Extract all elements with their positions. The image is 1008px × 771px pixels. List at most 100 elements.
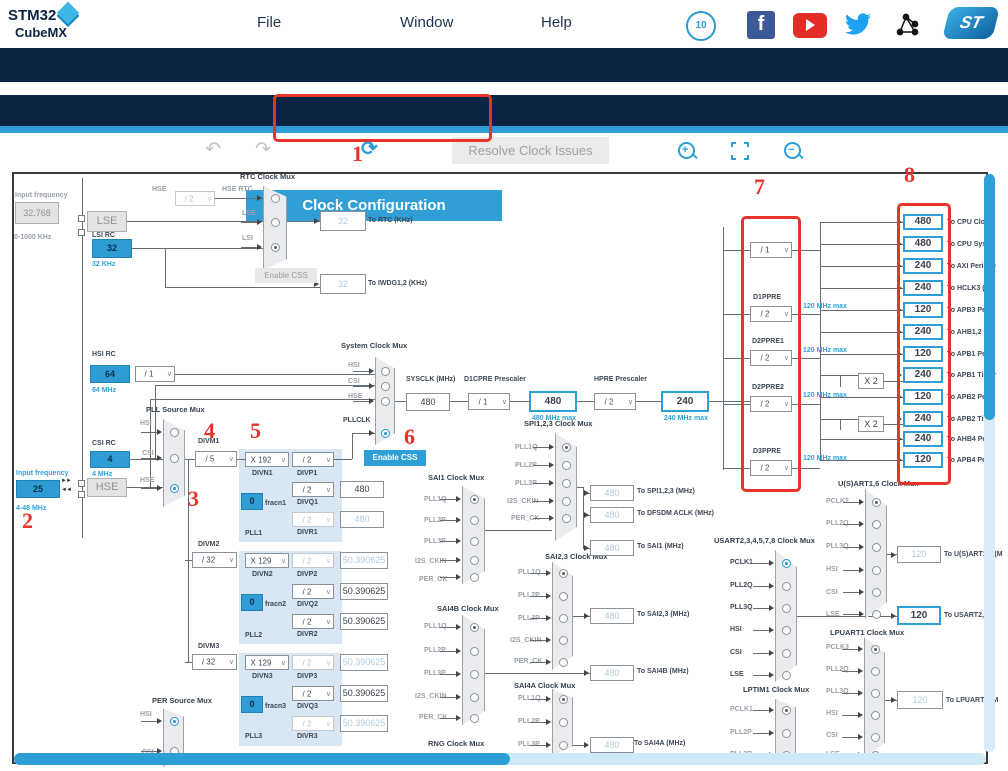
input-frequency-lse-field[interactable]: 32.768 xyxy=(15,202,59,224)
refresh-icon[interactable]: ⟳ xyxy=(361,136,378,161)
pll2-divp2-value[interactable]: 50.390625 xyxy=(340,552,388,569)
spi123-value[interactable]: 480 xyxy=(590,485,634,501)
usart2345-clock-mux-radio[interactable] xyxy=(782,649,791,658)
lpuart1-clock-mux-radio[interactable] xyxy=(871,667,880,676)
apb1-value[interactable]: 120 xyxy=(903,346,943,362)
usart2345-clock-mux-radio[interactable] xyxy=(782,604,791,613)
sai4a-value[interactable]: 480 xyxy=(590,737,634,753)
lpuart1-clock-mux-radio[interactable] xyxy=(871,751,880,760)
pll2-divr2-value[interactable]: 50.390625 xyxy=(340,613,388,630)
usart16-clock-mux-radio[interactable] xyxy=(872,543,881,552)
horizontal-scrollbar-thumb[interactable] xyxy=(14,753,510,765)
sai4b-clock-mux-radio[interactable] xyxy=(470,647,479,656)
enable-css-rtc-button[interactable]: Enable CSS xyxy=(255,268,317,283)
system-clock-mux-radio[interactable] xyxy=(381,397,390,406)
usart16-clock-mux-radio[interactable] xyxy=(872,498,881,507)
pll2-fracn-field[interactable]: 0 xyxy=(241,594,263,611)
sai4a-clock-mux-radio[interactable] xyxy=(559,741,568,750)
redo-icon[interactable]: ↷ xyxy=(255,138,271,161)
pll-source-mux-radio[interactable] xyxy=(170,484,179,493)
divm2-dropdown[interactable]: / 32∨ xyxy=(192,552,237,568)
divp1-dropdown[interactable]: / 2∨ xyxy=(292,452,334,467)
d1cpre-out-value[interactable]: 480 xyxy=(529,391,577,412)
to-rtc-value[interactable]: 32 xyxy=(320,211,366,231)
pll2-divq2-value[interactable]: 50.390625 xyxy=(340,583,388,600)
lsi-rc-box[interactable]: 32 xyxy=(92,239,132,258)
ahb4-value[interactable]: 240 xyxy=(903,431,943,447)
fit-screen-icon[interactable] xyxy=(731,142,749,160)
lptim1-clock-mux-radio[interactable] xyxy=(782,729,791,738)
usart16-clock-mux-radio[interactable] xyxy=(872,588,881,597)
system-clock-mux-radio[interactable] xyxy=(381,382,390,391)
pll3-divr3-value[interactable]: 50.390625 xyxy=(340,715,388,732)
menu-file[interactable]: File xyxy=(257,14,281,31)
apb3-value[interactable]: 120 xyxy=(903,302,943,318)
pll1-divq1-value[interactable]: 480 xyxy=(340,481,384,498)
pll1-divr1-value[interactable]: 480 xyxy=(340,511,384,528)
undo-icon[interactable]: ↶ xyxy=(205,138,221,161)
st-logo[interactable]: ST xyxy=(942,7,1000,39)
share-network-icon[interactable] xyxy=(893,11,921,44)
usart16-clock-mux-radio[interactable] xyxy=(872,566,881,575)
divr2-dropdown[interactable]: / 2∨ xyxy=(292,614,334,629)
d1cpre-prescaler-dropdown[interactable]: / 1∨ xyxy=(468,393,510,410)
divp2-dropdown[interactable]: / 2∨ xyxy=(292,553,334,568)
lptim1-clock-mux-radio[interactable] xyxy=(782,706,791,715)
divn3-dropdown[interactable]: X 129∨ xyxy=(245,655,289,670)
enable-css-hse-button[interactable]: Enable CSS xyxy=(364,450,426,466)
lptim1-clock-mux-radio[interactable] xyxy=(782,751,791,760)
pll1-fracn-field[interactable]: 0 xyxy=(241,493,263,510)
ahb12-value[interactable]: 240 xyxy=(903,324,943,340)
spi123-clock-mux-radio[interactable] xyxy=(562,461,571,470)
menu-window[interactable]: Window xyxy=(400,14,453,31)
to-iwdg-value[interactable]: 32 xyxy=(320,274,366,294)
usart2345-clock-mux-radio[interactable] xyxy=(782,559,791,568)
sai1-clock-mux-radio[interactable] xyxy=(470,495,479,504)
sai4a-clock-mux-radio[interactable] xyxy=(559,695,568,704)
divp3-dropdown[interactable]: / 2∨ xyxy=(292,655,334,670)
divq1-dropdown[interactable]: / 2∨ xyxy=(292,482,334,497)
dfsdm-value[interactable]: 480 xyxy=(590,507,634,523)
csi-rc-box[interactable]: 4 xyxy=(90,451,130,468)
apb2-value[interactable]: 120 xyxy=(903,389,943,405)
sai4b-clock-mux-radio[interactable] xyxy=(470,693,479,702)
hclk3-value[interactable]: 240 xyxy=(903,280,943,296)
sai23-clock-mux-radio[interactable] xyxy=(559,569,568,578)
sai23-clock-mux-radio[interactable] xyxy=(559,592,568,601)
ten-years-badge-icon[interactable]: 10 xyxy=(686,11,716,41)
d2ppre1-dropdown[interactable]: / 2∨ xyxy=(750,350,792,366)
hse-source-box[interactable]: HSE xyxy=(87,478,127,497)
d1ppre-dropdown[interactable]: / 2∨ xyxy=(750,306,792,322)
twitter-icon[interactable] xyxy=(843,11,873,42)
sai1-clock-mux-radio[interactable] xyxy=(470,573,479,582)
apb1-timer-x2[interactable]: X 2 xyxy=(858,373,884,389)
sai23-clock-mux-radio[interactable] xyxy=(559,636,568,645)
cpu-systick-value[interactable]: 480 xyxy=(903,236,943,252)
d2ppre2-dropdown[interactable]: / 2∨ xyxy=(750,396,792,412)
sai4b-value[interactable]: 480 xyxy=(590,665,634,681)
hsi-rc-box[interactable]: 64 xyxy=(90,365,130,383)
sai1-clock-mux-radio[interactable] xyxy=(470,516,479,525)
usart16-clock-mux-radio[interactable] xyxy=(872,610,881,619)
cpu-clock-value[interactable]: 480 xyxy=(903,214,943,230)
apb1-timer-value[interactable]: 240 xyxy=(903,367,943,383)
divr1-dropdown[interactable]: / 2∨ xyxy=(292,512,334,527)
usart2345-clock-mux-radio[interactable] xyxy=(782,626,791,635)
spi123-clock-mux-radio[interactable] xyxy=(562,497,571,506)
apb2-timer-value[interactable]: 240 xyxy=(903,411,943,427)
lse-source-box[interactable]: LSE xyxy=(87,211,127,232)
system-clock-mux-radio[interactable] xyxy=(381,367,390,376)
lpuart1-value[interactable]: 120 xyxy=(897,691,943,709)
input-frequency-hse-field[interactable]: 25 xyxy=(16,480,60,498)
zoom-in-icon[interactable]: + xyxy=(678,142,695,159)
sai1-clock-mux-radio[interactable] xyxy=(470,556,479,565)
divq3-dropdown[interactable]: / 2∨ xyxy=(292,686,334,701)
d1cpre-ahb-dropdown[interactable]: / 1∨ xyxy=(750,242,792,258)
pll3-divq3-value[interactable]: 50.390625 xyxy=(340,685,388,702)
usart16-clock-mux-radio[interactable] xyxy=(872,520,881,529)
pll3-divp3-value[interactable]: 50.390625 xyxy=(340,654,388,671)
sai4b-clock-mux-radio[interactable] xyxy=(470,670,479,679)
lpuart1-clock-mux-radio[interactable] xyxy=(871,733,880,742)
lpuart1-clock-mux-radio[interactable] xyxy=(871,689,880,698)
pll3-fracn-field[interactable]: 0 xyxy=(241,696,263,713)
